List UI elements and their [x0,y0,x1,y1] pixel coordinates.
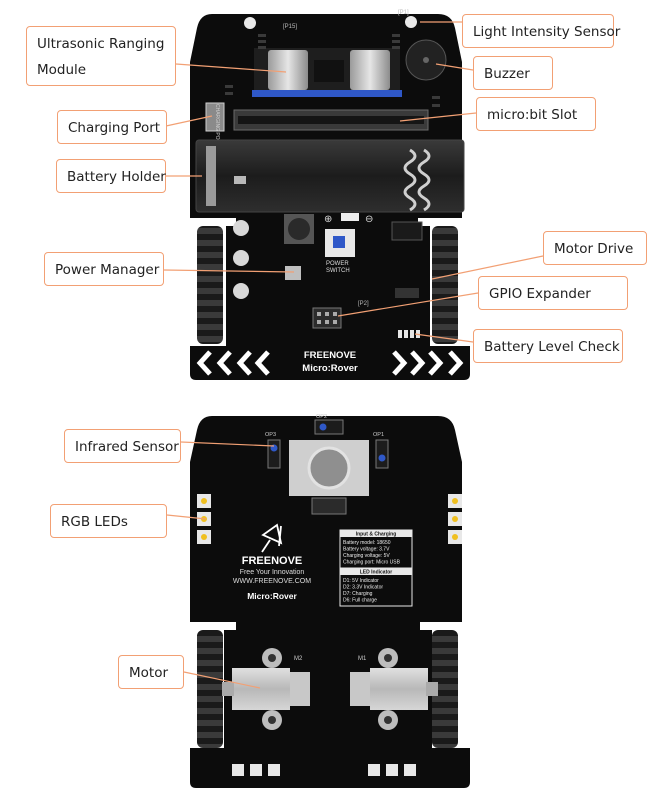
callout-light-sensor-label: Light Intensity Sensor [473,24,621,40]
led-line: D7: Charging [343,591,373,597]
callout-infrared: Infrared Sensor [64,429,181,463]
power-switch-button [333,236,345,248]
callout-motor-drive-label: Motor Drive [554,241,634,257]
bottom-left-track [197,630,223,748]
bottom-header [311,497,347,515]
capacitor-2 [233,250,249,266]
website: WWW.FREENOVE.COM [233,578,311,585]
inductor-core [288,218,310,240]
capacitor-3 [233,283,249,299]
gpio-header [312,307,342,329]
top-brand-label: FREENOVE [304,350,356,361]
callout-gpio-expander: GPIO Expander [478,276,628,310]
callout-motor-drive: Motor Drive [543,231,647,265]
fuse [341,213,359,221]
callout-buzzer-label: Buzzer [484,66,530,82]
left-track [197,226,223,344]
top-board: [P15] [P1] CHARGING PORT POWER SWITCH ⊕ … [190,10,470,380]
battery-tab [234,176,246,184]
ultrasonic-chip [314,60,344,82]
battery-contact-left [206,146,216,206]
ir-sensor-left [267,439,281,469]
led-title: LED Indicator [360,570,393,576]
driver-ic-2 [395,288,419,298]
led-line: D2: 3.3V Indicator [343,585,383,591]
callout-battery-level: Battery Level Check [473,329,623,363]
callout-gpio-expander-label: GPIO Expander [489,286,591,302]
top-model-label: Micro:Rover [302,363,358,374]
m1-label: M1 [358,656,367,662]
pin-label-p15: [P15] [283,24,297,30]
motor-driver-chip [391,221,423,241]
light-sensor-right [405,16,417,28]
ultrasonic-transducer-left [268,50,308,90]
ir-sensor-center-emitter [319,423,327,431]
callout-ultrasonic-label: Ultrasonic Ranging Module [37,36,165,78]
right-track [432,226,458,344]
callout-battery-holder-label: Battery Holder [67,169,166,185]
polarity-plus: ⊕ [324,214,332,225]
polarity-minus: ⊖ [365,214,373,225]
ultrasonic-pcb-edge [252,90,402,97]
callout-ultrasonic: Ultrasonic Ranging Module [26,26,176,86]
callout-battery-level-label: Battery Level Check [484,339,620,355]
m2-label: M2 [294,656,303,662]
callout-power-manager: Power Manager [44,252,164,286]
ultrasonic-transducer-right [350,50,390,90]
microbit-slot-opening [238,116,424,124]
callout-light-sensor: Light Intensity Sensor [462,14,620,48]
buzzer-hole [423,57,429,63]
op1-label: OP1 [373,432,384,438]
callout-microbit-slot: micro:bit Slot [476,97,596,131]
callout-motor: Motor [118,655,184,689]
callout-power-manager-label: Power Manager [55,262,160,278]
info-line: Charging voltage: 5V [343,553,390,559]
info-line: Battery voltage: 3.7V [343,547,390,553]
info-title: Input & Charging [356,532,397,538]
op2-label: OP2 [316,414,327,420]
caster-ball [307,446,351,490]
callout-motor-label: Motor [129,665,169,681]
pin-label-p2: [P2] [358,301,369,307]
op3-label: OP3 [265,432,276,438]
callout-charging-port: Charging Port [57,110,167,144]
bottom-model-label: Micro:Rover [247,591,297,601]
power-switch-label-1: POWER [326,261,349,267]
bottom-brand-label: FREENOVE [242,555,303,567]
callout-battery-holder: Battery Holder [56,159,166,193]
capacitor-1 [233,220,249,236]
info-line: Battery model: 18650 [343,540,391,546]
tagline: Free Your Innovation [240,569,305,576]
ir-sensor-right-emitter [378,454,386,462]
ir-sensor-right [375,439,389,469]
callout-rgb-leds: RGB LEDs [50,504,167,538]
info-line: Charging port: Micro USB [343,560,401,566]
callout-infrared-label: Infrared Sensor [75,439,179,455]
callout-microbit-slot-label: micro:bit Slot [487,107,578,123]
callout-rgb-leds-label: RGB LEDs [61,514,128,530]
pin-label-p1: [P1] [398,10,409,16]
callout-buzzer: Buzzer [473,56,553,90]
bottom-board: OP3 OP2 OP1 FREENOVE Free Your Innovatio… [190,414,470,788]
product-diagram: [P15] [P1] CHARGING PORT POWER SWITCH ⊕ … [0,0,669,804]
ir-sensor-center [314,419,344,435]
led-line: D6: Full charge [343,598,377,604]
rgb-led-group-right [448,494,462,544]
led-line: D1: 5V Indicator [343,578,379,584]
power-manager-chip [285,266,301,280]
callout-charging-port-label: Charging Port [68,120,161,136]
light-sensor-left [244,17,256,29]
power-switch-label-2: SWITCH [326,268,350,274]
